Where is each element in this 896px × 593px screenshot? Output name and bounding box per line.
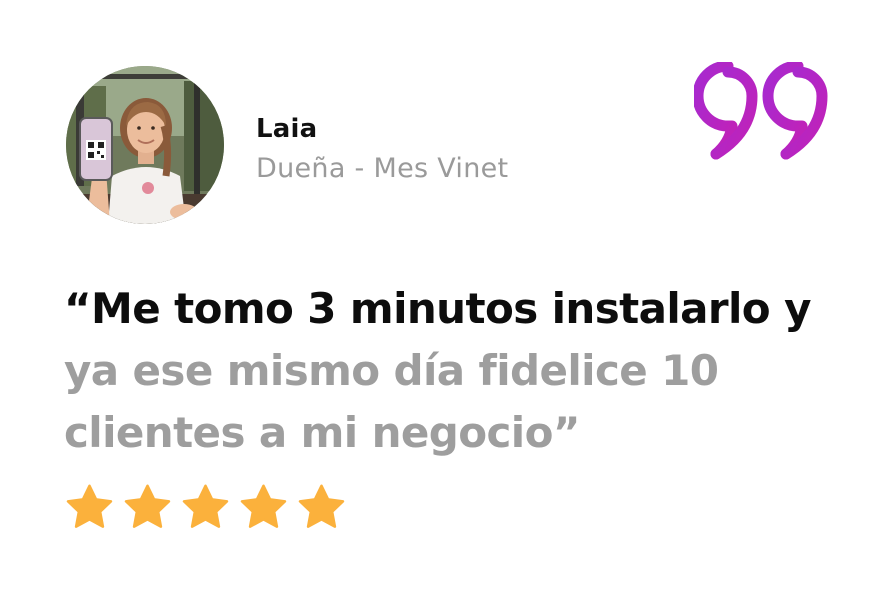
testimonial-line: clientes a mi negocio” [64, 408, 580, 457]
quote-mark-icon [692, 60, 834, 166]
star-rating [64, 482, 347, 533]
avatar-photo [66, 66, 224, 224]
testimonial-card: Laia Dueña - Mes Vinet “Me tomo 3 minuto… [0, 0, 896, 593]
star-icon [298, 484, 345, 528]
reviewer-name: Laia [256, 114, 318, 144]
testimonial-text: “Me tomo 3 minutos instalarlo y ya ese m… [64, 278, 864, 464]
avatar [66, 66, 224, 224]
star-icon [66, 484, 113, 528]
star-icon [240, 484, 287, 528]
reviewer-role: Dueña - Mes Vinet [256, 153, 509, 184]
star-icon [124, 484, 171, 528]
testimonial-line: “Me tomo 3 minutos instalarlo y [64, 284, 811, 333]
star-icon [182, 484, 229, 528]
testimonial-line: ya ese mismo día fidelice 10 [64, 346, 719, 395]
